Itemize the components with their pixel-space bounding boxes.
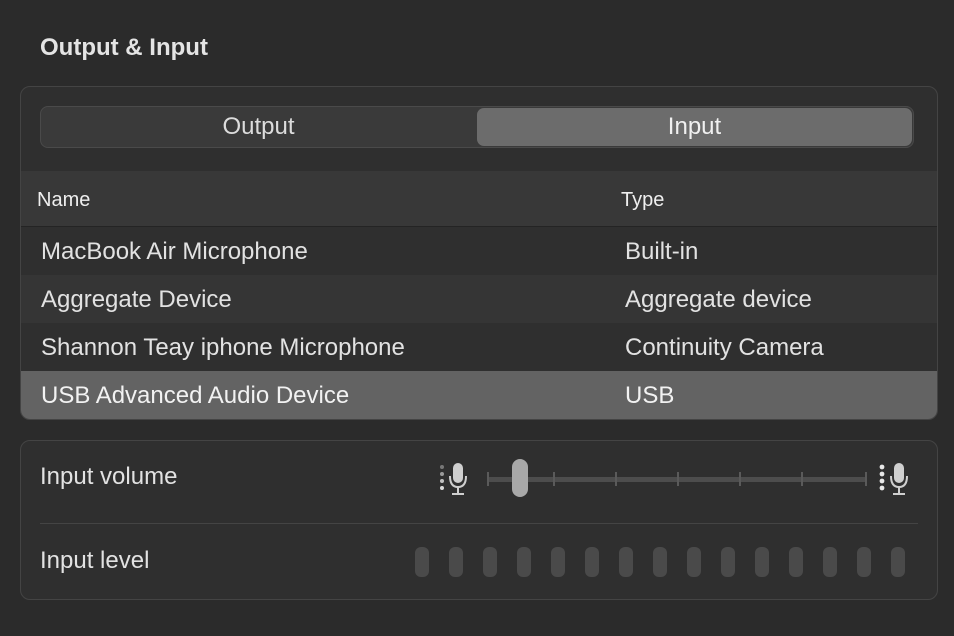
slider-tick	[615, 472, 617, 486]
slider-tick	[677, 472, 679, 486]
column-header-type[interactable]: Type	[621, 189, 664, 212]
column-header-name[interactable]: Name	[37, 189, 90, 212]
level-meter-segment	[687, 547, 701, 577]
device-type: Built-in	[625, 238, 699, 265]
table-row[interactable]: MacBook Air Microphone Built-in	[21, 227, 937, 275]
sound-settings-page: Output & Input Output Input Name Type Ma…	[0, 0, 954, 636]
level-meter-segment	[415, 547, 429, 577]
device-type: Continuity Camera	[625, 334, 824, 361]
section-title: Output & Input	[40, 34, 208, 61]
level-meter-segment	[449, 547, 463, 577]
slider-tick	[739, 472, 741, 486]
slider-tick	[553, 472, 555, 486]
input-volume-label: Input volume	[40, 463, 178, 490]
tab-input[interactable]: Input	[477, 108, 912, 146]
device-name: USB Advanced Audio Device	[41, 382, 350, 409]
device-name: Aggregate Device	[41, 286, 232, 313]
slider-thumb[interactable]	[512, 459, 528, 497]
table-row[interactable]: Aggregate Device Aggregate device	[21, 275, 937, 323]
table-row[interactable]: Shannon Teay iphone Microphone Continuit…	[21, 323, 937, 371]
device-name: Shannon Teay iphone Microphone	[41, 334, 405, 361]
level-meter-segment	[551, 547, 565, 577]
table-header: Name Type	[21, 171, 937, 227]
level-meter-segment	[789, 547, 803, 577]
input-level-meter	[415, 547, 915, 577]
device-panel: Output Input Name Type MacBook Air Micro…	[20, 86, 938, 420]
input-volume-panel: Input volume Input level	[20, 440, 938, 600]
device-list: MacBook Air Microphone Built-in Aggregat…	[21, 227, 937, 419]
device-name: MacBook Air Microphone	[41, 238, 308, 265]
slider-tick	[801, 472, 803, 486]
tab-output[interactable]: Output	[41, 107, 476, 147]
microphone-low-icon	[437, 461, 471, 497]
input-volume-slider[interactable]	[487, 459, 867, 497]
microphone-high-icon	[877, 461, 911, 497]
level-meter-segment	[755, 547, 769, 577]
slider-tick	[487, 472, 489, 486]
divider	[40, 523, 918, 524]
slider-tick	[865, 472, 867, 486]
level-meter-segment	[857, 547, 871, 577]
output-input-segmented-control: Output Input	[40, 106, 914, 148]
level-meter-segment	[619, 547, 633, 577]
level-meter-segment	[891, 547, 905, 577]
level-meter-segment	[517, 547, 531, 577]
input-level-label: Input level	[40, 547, 150, 574]
device-type: Aggregate device	[625, 286, 812, 313]
device-type: USB	[625, 382, 675, 409]
level-meter-segment	[653, 547, 667, 577]
table-row-selected[interactable]: USB Advanced Audio Device USB	[21, 371, 937, 419]
level-meter-segment	[721, 547, 735, 577]
level-meter-segment	[585, 547, 599, 577]
level-meter-segment	[823, 547, 837, 577]
level-meter-segment	[483, 547, 497, 577]
